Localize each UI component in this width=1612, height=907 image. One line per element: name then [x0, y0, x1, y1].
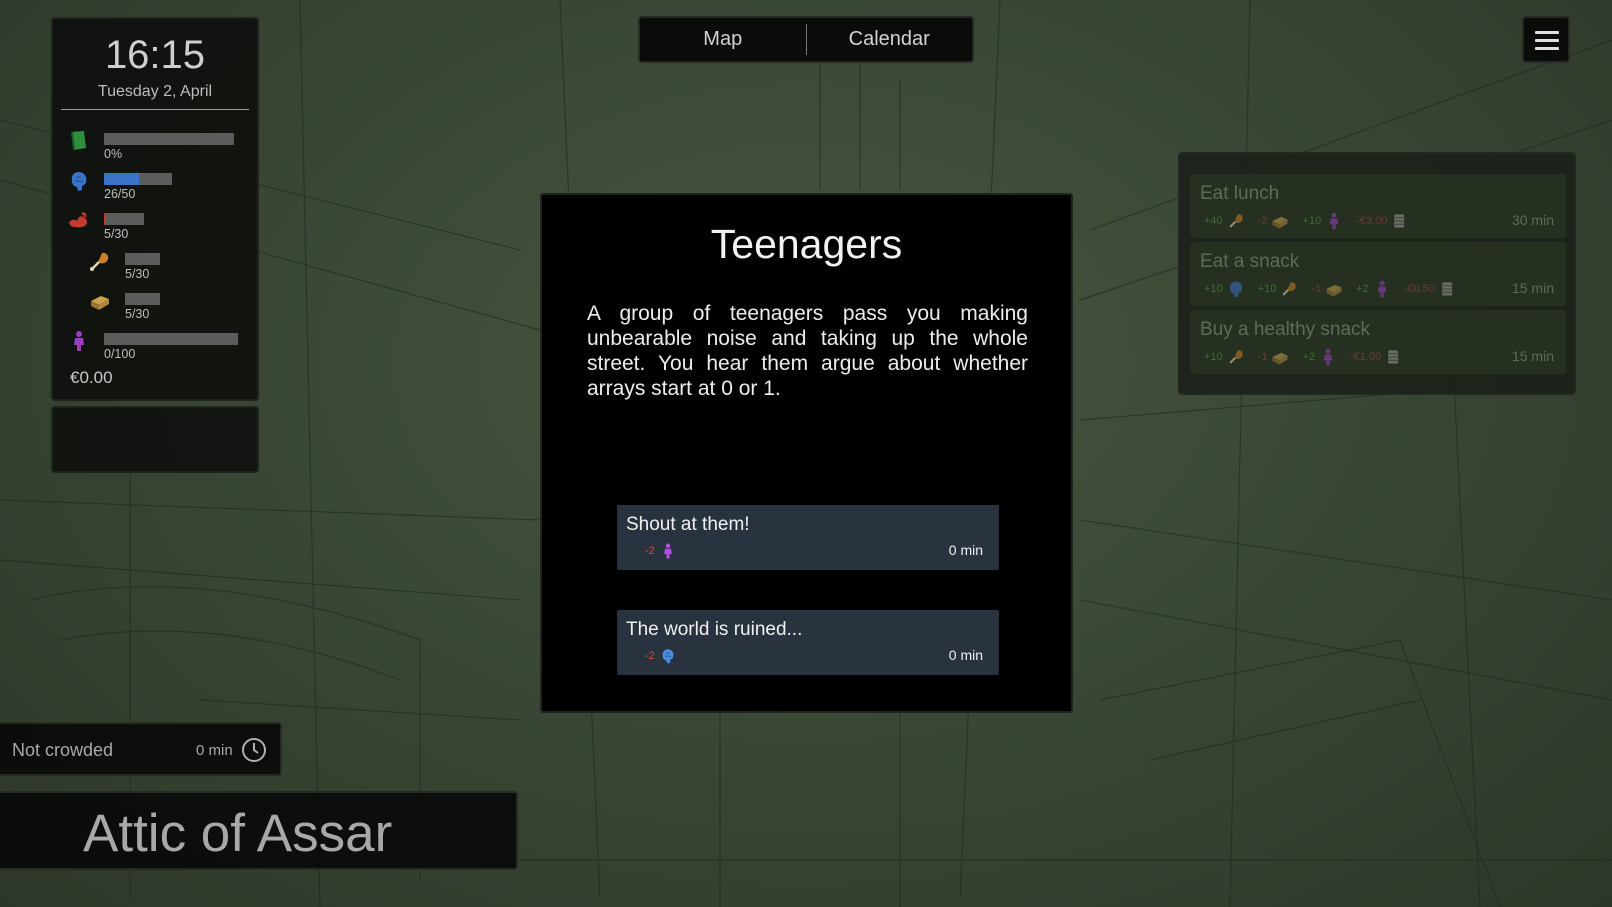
person-icon — [74, 331, 84, 351]
crowd-status: Not crowded — [12, 740, 114, 760]
bread-icon — [1272, 352, 1288, 365]
person-icon — [1329, 212, 1339, 230]
event-dialog: Teenagers A group of teenagers pass you … — [540, 193, 1073, 713]
money-balance: €0.00 — [70, 368, 113, 387]
action-title: Buy a healthy snack — [1200, 319, 1371, 340]
stat-bar-fitness — [104, 213, 144, 225]
tab-calendar[interactable]: Calendar — [807, 18, 973, 61]
stat-value-fitness: 5/30 — [104, 227, 129, 241]
drumstick-icon — [90, 252, 109, 271]
stat-bar-social — [104, 333, 238, 345]
effect-value: -2 — [645, 650, 655, 662]
crowd-panel: Not crowded 0 min — [0, 722, 282, 776]
person-icon — [1377, 280, 1386, 298]
action-effects: +40 -2 +10 -€3.00 — [1204, 210, 1422, 232]
effect-value: +10 — [1302, 215, 1322, 227]
action-item[interactable]: Eat a snack +10 +10 -1 +2 -€0.50 15 min — [1190, 242, 1566, 306]
effect-value: +10 — [1204, 351, 1223, 363]
muscle-icon — [69, 212, 88, 228]
effect-value: -2 — [645, 545, 655, 557]
location-panel: Attic of Assar — [0, 791, 518, 870]
action-item[interactable]: Eat lunch +40 -2 +10 -€3.00 30 min — [1190, 174, 1566, 238]
clock-time: 16:15 — [104, 33, 206, 77]
action-item[interactable]: Buy a healthy snack +10 -1 +2 -€1.00 15 … — [1190, 310, 1566, 374]
coins-icon — [1394, 214, 1405, 228]
stat-bar-satiety — [125, 293, 160, 305]
brain-icon — [662, 649, 674, 664]
menu-button[interactable] — [1522, 16, 1570, 63]
effect-value: -1 — [1257, 351, 1268, 363]
divider — [61, 109, 249, 110]
person-icon — [1323, 348, 1333, 366]
brain-icon — [71, 172, 87, 191]
action-time: 30 min — [1511, 212, 1554, 228]
choice-effects: -2 — [645, 541, 677, 561]
action-title: Eat lunch — [1200, 183, 1280, 204]
event-title: Teenagers — [710, 221, 903, 267]
stat-value-hunger: 5/30 — [125, 267, 150, 281]
person-icon — [664, 543, 672, 559]
stat-fill-mental — [104, 173, 140, 185]
stat-value-social: 0/100 — [104, 347, 136, 361]
bread-icon — [1326, 284, 1342, 297]
stat-value-knowledge: 0% — [104, 147, 123, 161]
drumstick-icon — [1229, 214, 1243, 228]
choice-label: Shout at them! — [626, 514, 750, 535]
coins-icon — [1388, 350, 1399, 364]
location-name: Attic of Assar — [83, 804, 393, 863]
bread-icon — [91, 296, 109, 310]
event-description: A group of teenagers pass you making unb… — [587, 302, 1028, 400]
stat-value-mental: 26/50 — [104, 187, 136, 201]
brain-icon — [1229, 281, 1242, 298]
choice-time: 0 min — [948, 542, 983, 558]
stats-panel: 16:15 Tuesday 2, April 0% 26/50 5/30 5/3… — [51, 17, 259, 401]
stat-bar-hunger — [125, 253, 160, 265]
choice-shout-button[interactable]: Shout at them! -2 0 min — [617, 505, 999, 570]
top-tabs: Map Calendar — [638, 16, 974, 63]
action-time: 15 min — [1511, 280, 1554, 296]
action-effects: +10 +10 -1 +2 -€0.50 — [1204, 278, 1470, 300]
stat-fill-fitness — [104, 213, 106, 225]
book-icon — [71, 131, 86, 151]
coins-icon — [1442, 282, 1453, 296]
effect-value: +10 — [1204, 283, 1223, 295]
action-title: Eat a snack — [1200, 251, 1300, 272]
crowd-time: 0 min — [196, 742, 233, 759]
effect-value: -2 — [1257, 215, 1268, 227]
clock-date: Tuesday 2, April — [97, 83, 213, 100]
clock-icon — [242, 738, 266, 762]
stat-bar-mental — [104, 173, 172, 185]
effect-value: +2 — [1302, 351, 1315, 363]
drumstick-icon — [1282, 282, 1297, 296]
stat-bar-knowledge — [104, 133, 234, 145]
action-time: 15 min — [1511, 348, 1554, 364]
effect-value: -€3.00 — [1356, 215, 1388, 227]
effect-value: -1 — [1311, 283, 1322, 295]
stat-value-satiety: 5/30 — [125, 307, 150, 321]
actions-panel: Eat lunch +40 -2 +10 -€3.00 30 min Eat a… — [1178, 152, 1576, 395]
empty-panel — [51, 406, 259, 473]
bread-icon — [1272, 216, 1288, 229]
tab-map[interactable]: Map — [640, 18, 806, 61]
choice-world-ruined-button[interactable]: The world is ruined... -2 0 min — [617, 610, 999, 675]
choice-effects: -2 — [645, 646, 677, 666]
effect-value: -€1.00 — [1350, 351, 1382, 363]
drumstick-icon — [1229, 350, 1243, 364]
effect-value: +2 — [1356, 283, 1369, 295]
action-effects: +10 -1 +2 -€1.00 — [1204, 346, 1416, 368]
choice-label: The world is ruined... — [626, 619, 803, 640]
effect-value: +10 — [1257, 283, 1277, 295]
choice-time: 0 min — [948, 647, 983, 663]
effect-value: -€0.50 — [1403, 283, 1435, 295]
effect-value: +40 — [1204, 215, 1223, 227]
